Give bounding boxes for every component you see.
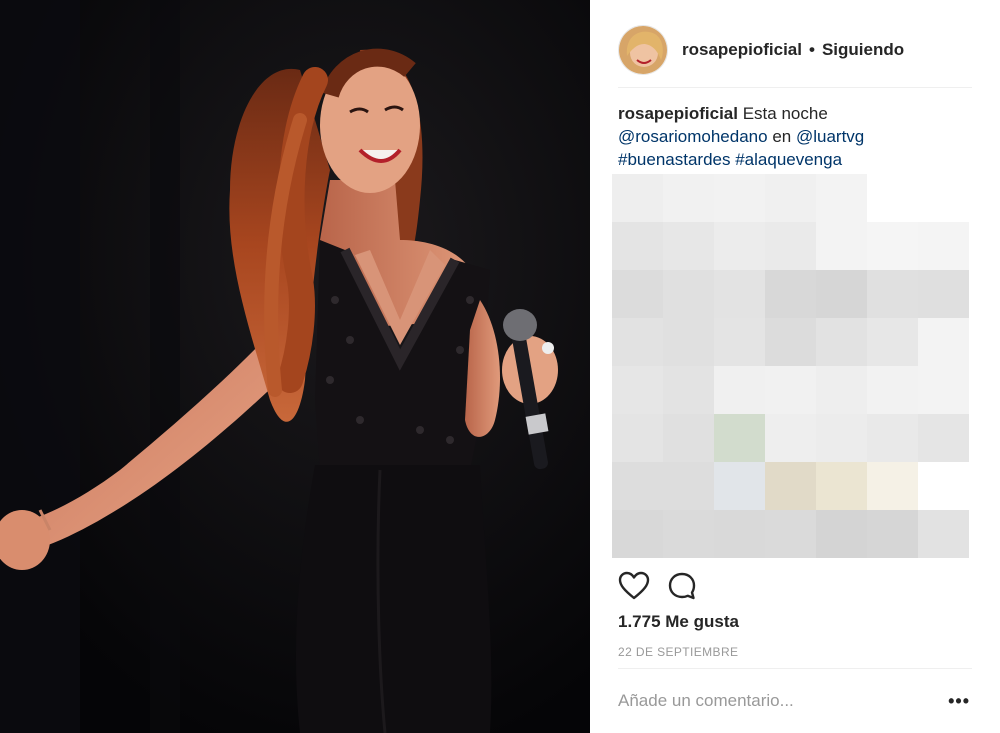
pixelated-cell (918, 510, 969, 558)
pixelated-cell (612, 318, 663, 366)
avatar-image (619, 25, 667, 74)
caption-hashtag-link[interactable]: #alaquevenga (735, 150, 842, 169)
post-caption: rosapepioficial Esta noche @rosariomohed… (618, 102, 968, 171)
pixelated-cell (765, 510, 816, 558)
caption-hashtag-link[interactable]: #buenastardes (618, 150, 730, 169)
username-link[interactable]: rosapepioficial (682, 40, 802, 60)
pixelated-cell (765, 222, 816, 270)
pixelated-cell (765, 270, 816, 318)
pixelated-cell (867, 318, 918, 366)
pixelated-cell (663, 414, 714, 462)
pixelated-cell (714, 174, 765, 222)
pixelated-cell (714, 222, 765, 270)
pixelated-cell (663, 366, 714, 414)
pixelated-cell (663, 318, 714, 366)
pixelated-cell (663, 222, 714, 270)
pixelated-cell (714, 462, 765, 510)
pixelated-cell (867, 366, 918, 414)
pixelated-cell (816, 366, 867, 414)
pixelated-cell (765, 414, 816, 462)
pixelated-cell (867, 270, 918, 318)
post-photo (0, 0, 590, 733)
pixelated-cell (867, 222, 918, 270)
pixelated-cell (612, 414, 663, 462)
pixelated-cell (816, 462, 867, 510)
comment-button[interactable] (664, 568, 700, 604)
pixelated-cell (612, 510, 663, 558)
pixelated-cell (816, 318, 867, 366)
pixelated-cell (816, 510, 867, 558)
pixelated-cell (867, 510, 918, 558)
comment-input[interactable] (618, 691, 918, 711)
more-options-button[interactable]: ••• (948, 691, 972, 712)
pixelated-cell (714, 366, 765, 414)
caption-username-link[interactable]: rosapepioficial (618, 104, 738, 123)
pixelated-comments-block (612, 174, 969, 558)
pixelated-cell (714, 270, 765, 318)
caption-connector: en (772, 127, 792, 146)
pixelated-cell (918, 174, 969, 222)
pixelated-cell (612, 270, 663, 318)
pixelated-cell (612, 174, 663, 222)
post-header: rosapepioficial • Siguiendo (618, 14, 972, 88)
pixelated-cell (816, 414, 867, 462)
likes-count[interactable]: 1.775 Me gusta (618, 612, 739, 632)
heart-icon (618, 571, 650, 600)
pixelated-cell (765, 462, 816, 510)
pixelated-cell (765, 366, 816, 414)
pixelated-cell (663, 270, 714, 318)
pixelated-cell (663, 462, 714, 510)
caption-mention-link[interactable]: @rosariomohedano (618, 127, 768, 146)
pixelated-cell (918, 462, 969, 510)
pixelated-cell (918, 270, 969, 318)
pixelated-cell (918, 366, 969, 414)
pixelated-cell (918, 318, 969, 366)
pixelated-cell (612, 366, 663, 414)
pixelated-cell (816, 270, 867, 318)
action-bar (616, 568, 712, 604)
separator-dot: • (808, 39, 815, 59)
pixelated-cell (918, 222, 969, 270)
post-date: 22 DE SEPTIEMBRE (618, 645, 739, 659)
caption-mention-link[interactable]: @luartvg (796, 127, 864, 146)
pixelated-cell (714, 414, 765, 462)
pixelated-cell (816, 222, 867, 270)
pixelated-cell (714, 510, 765, 558)
comment-section: ••• (618, 668, 972, 733)
pixelated-cell (612, 222, 663, 270)
pixelated-cell (816, 174, 867, 222)
avatar[interactable] (618, 24, 668, 75)
post-photo-illustration (0, 0, 590, 733)
pixelated-cell (765, 318, 816, 366)
following-button[interactable]: Siguiendo (822, 40, 904, 60)
post-details-panel: rosapepioficial • Siguiendo rosapepiofic… (590, 0, 1000, 733)
comment-icon (668, 572, 696, 600)
pixelated-cell (918, 414, 969, 462)
pixelated-cell (612, 462, 663, 510)
pixelated-cell (867, 462, 918, 510)
caption-text: Esta noche (742, 104, 828, 123)
pixelated-cell (663, 174, 714, 222)
pixelated-cell (867, 174, 918, 222)
like-button[interactable] (616, 568, 652, 604)
pixelated-cell (663, 510, 714, 558)
pixelated-cell (867, 414, 918, 462)
pixelated-cell (714, 318, 765, 366)
pixelated-cell (765, 174, 816, 222)
